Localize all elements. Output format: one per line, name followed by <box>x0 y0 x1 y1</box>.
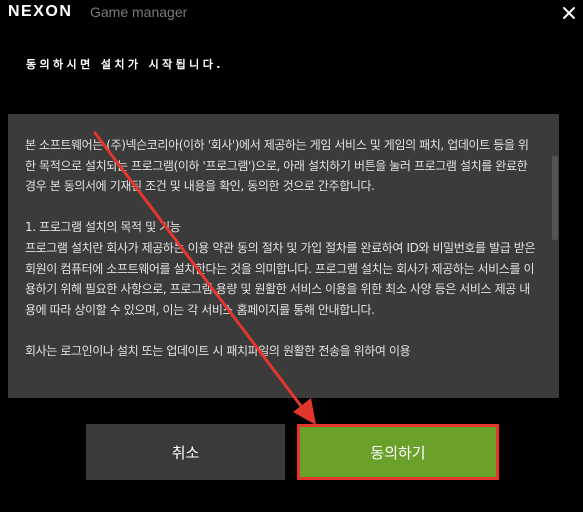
license-section-title: 1. 프로그램 설치의 목적 및 기능 <box>25 220 181 235</box>
scrollbar-thumb[interactable] <box>552 156 558 240</box>
license-intro: 본 소프트웨어는 (주)넥슨코리아(이하 '회사')에서 제공하는 게임 서비스… <box>25 138 529 194</box>
license-section-continued: 회사는 로그인이나 설치 또는 업데이트 시 패치파일의 원활한 전송을 위하여… <box>25 343 411 358</box>
title-bar: NEXON Game manager <box>0 0 583 26</box>
license-agreement-panel[interactable]: 본 소프트웨어는 (주)넥슨코리아(이하 '회사')에서 제공하는 게임 서비스… <box>8 114 559 398</box>
agree-button[interactable]: 동의하기 <box>297 424 499 480</box>
install-consent-heading: 동의하시면 설치가 시작됩니다. <box>26 58 224 71</box>
license-text: 본 소프트웨어는 (주)넥슨코리아(이하 '회사')에서 제공하는 게임 서비스… <box>25 135 537 382</box>
nexon-logo: NEXON <box>8 3 73 20</box>
close-button[interactable] <box>560 4 578 22</box>
window-title: Game manager <box>90 4 188 20</box>
close-icon <box>563 7 575 19</box>
license-section-body: 프로그램 설치란 회사가 제공하는 이용 약관 동의 절차 및 가입 절차를 완… <box>25 240 536 317</box>
cancel-button[interactable]: 취소 <box>86 424 285 480</box>
